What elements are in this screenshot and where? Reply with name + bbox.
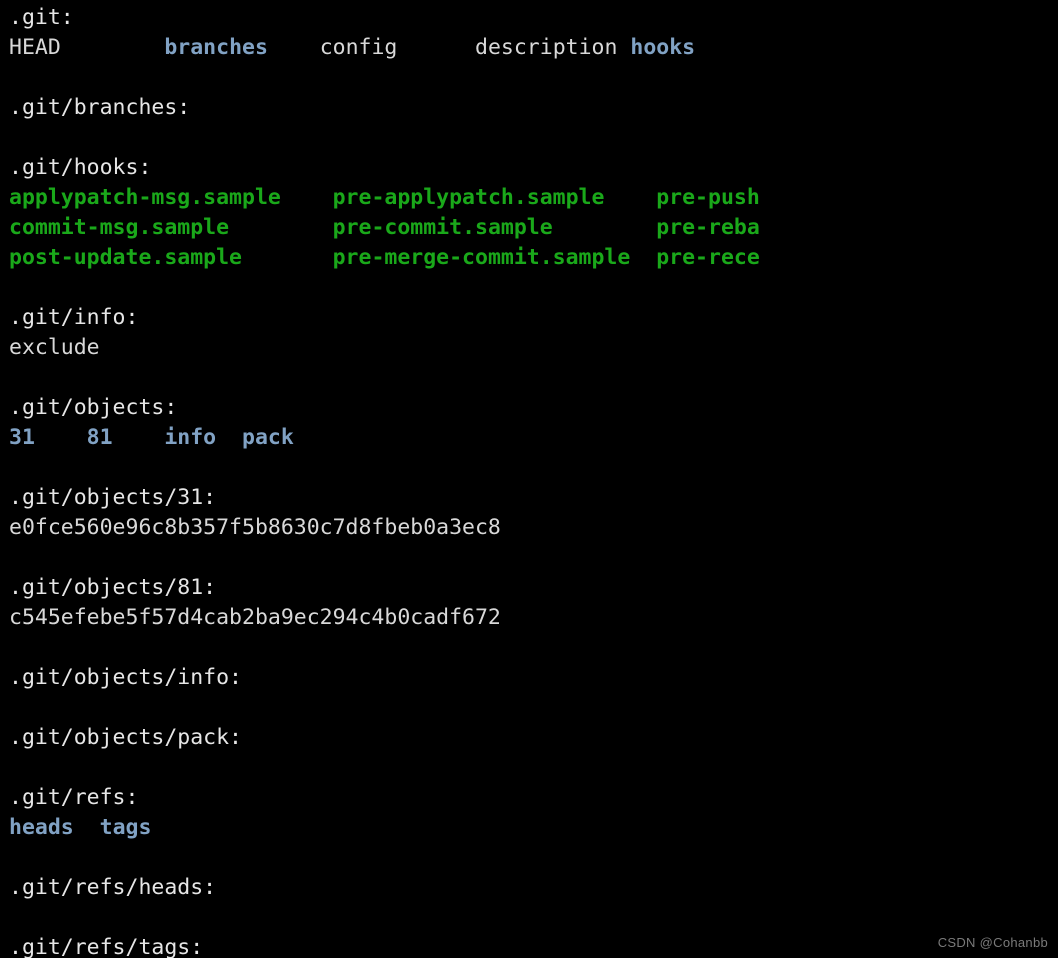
directory-path: .git/objects/31: (9, 485, 217, 510)
directory-path: .git/hooks: (9, 155, 152, 180)
entry-exec: pre-merge-commit.sample (332, 245, 631, 270)
directory-path: .git: (9, 5, 74, 30)
column-spacer (229, 215, 333, 240)
directory-header: .git/info: (9, 303, 1058, 333)
entry-dir: heads (9, 815, 74, 840)
directory-path: .git/info: (9, 305, 139, 330)
entry-dir: hooks (630, 35, 696, 60)
entry-exec: pre-commit.sample (332, 215, 553, 240)
column-spacer (281, 185, 333, 210)
directory-entry-row: applypatch-msg.sample pre-applypatch.sam… (9, 183, 1058, 213)
entry-exec: post-update.sample (9, 245, 242, 270)
directory-path: .git/objects/81: (9, 575, 217, 600)
column-spacer (553, 215, 657, 240)
directory-header: .git/objects/81: (9, 573, 1058, 603)
directory-header: .git/refs: (9, 783, 1058, 813)
directory-entry-row: commit-msg.sample pre-commit.sample pre-… (9, 213, 1058, 243)
entry-file: description (475, 35, 618, 60)
directory-entry-row: 31 81 info pack (9, 423, 1058, 453)
entry-exec: pre-push (656, 185, 760, 210)
entry-file: e0fce560e96c8b357f5b8630c7d8fbeb0a3ec8 (9, 515, 501, 540)
directory-path: .git/objects/info: (9, 665, 242, 690)
watermark: CSDN @Cohanbb (937, 935, 1048, 950)
directory-path: .git/refs/heads: (9, 875, 217, 900)
entry-file: config (319, 35, 398, 60)
directory-header: .git/refs/heads: (9, 873, 1058, 903)
directory-entry-row: exclude (9, 333, 1058, 363)
directory-header: .git/objects/31: (9, 483, 1058, 513)
directory-path: .git/objects: (9, 395, 178, 420)
column-spacer (630, 245, 656, 270)
directory-header: .git/objects/info: (9, 663, 1058, 693)
entry-exec: pre-rece (656, 245, 760, 270)
directory-entry-row: post-update.sample pre-merge-commit.samp… (9, 243, 1058, 273)
column-spacer (35, 425, 87, 450)
directory-path: .git/refs: (9, 785, 139, 810)
directory-header: .git/objects/pack: (9, 723, 1058, 753)
directory-entry-row: e0fce560e96c8b357f5b8630c7d8fbeb0a3ec8 (9, 513, 1058, 543)
directory-header: .git: (9, 3, 1058, 33)
directory-header: .git/hooks: (9, 153, 1058, 183)
entry-dir: 31 (9, 425, 35, 450)
entry-dir: pack (242, 425, 294, 450)
directory-path: .git/objects/pack: (9, 725, 242, 750)
directory-entry-row: HEAD branches config description hooks (9, 33, 1058, 63)
column-spacer (604, 185, 656, 210)
entry-dir: info (164, 425, 217, 450)
column-spacer (268, 35, 320, 60)
directory-header: .git/objects: (9, 393, 1058, 423)
entry-file: HEAD (9, 35, 61, 60)
column-spacer (216, 425, 242, 450)
column-spacer (397, 35, 475, 60)
entry-exec: pre-applypatch.sample (332, 185, 605, 210)
directory-header: .git/refs/tags: (9, 933, 1058, 958)
entry-exec: applypatch-msg.sample (9, 185, 281, 210)
directory-path: .git/branches: (9, 95, 191, 120)
column-spacer (617, 35, 630, 60)
terminal-output: .git: HEAD branches config description ho… (9, 3, 1058, 958)
column-spacer (74, 815, 100, 840)
entry-dir: 81 (86, 425, 113, 450)
entry-dir: tags (99, 815, 152, 840)
column-spacer (61, 35, 165, 60)
entry-file: exclude (9, 335, 100, 360)
directory-header: .git/branches: (9, 93, 1058, 123)
terminal-window[interactable]: .git: HEAD branches config description ho… (0, 0, 1058, 958)
directory-path: .git/refs/tags: (9, 935, 204, 958)
entry-file: c545efebe5f57d4cab2ba9ec294c4b0cadf672 (9, 605, 501, 630)
directory-entry-row: heads tags (9, 813, 1058, 843)
column-spacer (113, 425, 165, 450)
entry-exec: commit-msg.sample (9, 215, 230, 240)
entry-dir: branches (164, 35, 268, 60)
entry-exec: pre-reba (656, 215, 760, 240)
directory-entry-row: c545efebe5f57d4cab2ba9ec294c4b0cadf672 (9, 603, 1058, 633)
column-spacer (242, 245, 333, 270)
